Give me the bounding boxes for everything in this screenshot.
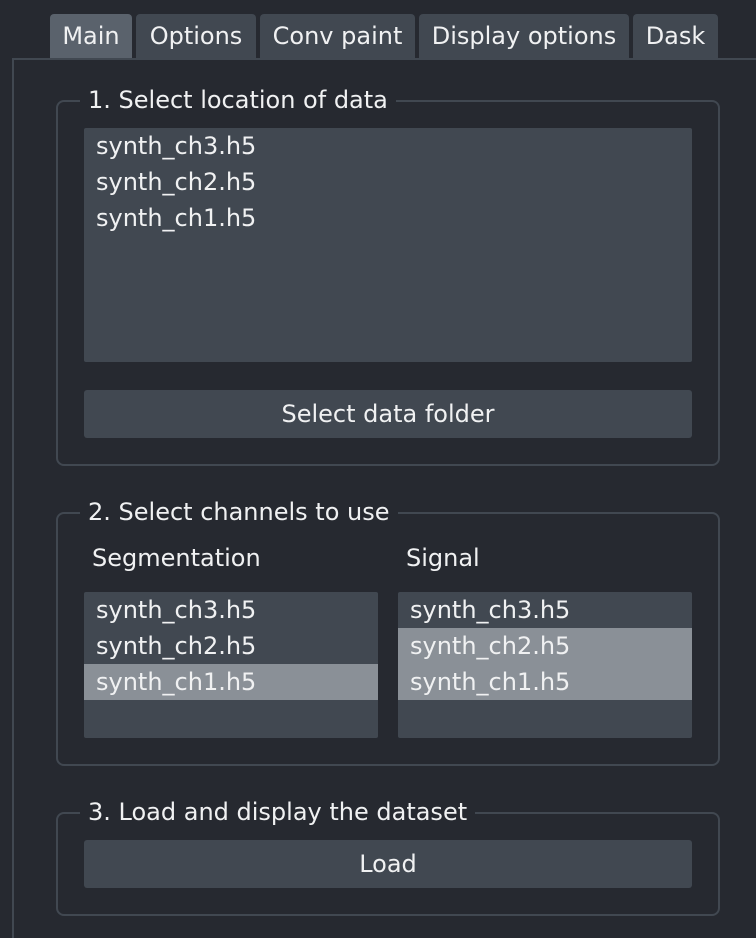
- tab-dask[interactable]: Dask: [633, 14, 718, 58]
- data-location-title: 1. Select location of data: [80, 85, 396, 115]
- select-data-folder-button[interactable]: Select data folder: [84, 390, 692, 438]
- signal-item-ch3[interactable]: synth_ch3.h5: [398, 592, 692, 628]
- signal-item-ch2[interactable]: synth_ch2.h5: [398, 628, 692, 664]
- load-group: 3. Load and display the dataset Load: [56, 797, 720, 916]
- signal-label: Signal: [406, 544, 480, 572]
- file-list[interactable]: synth_ch3.h5 synth_ch2.h5 synth_ch1.h5: [84, 128, 692, 362]
- signal-item-ch1[interactable]: synth_ch1.h5: [398, 664, 692, 700]
- segmentation-channel-list[interactable]: synth_ch3.h5 synth_ch2.h5 synth_ch1.h5: [84, 592, 378, 738]
- segmentation-label: Segmentation: [92, 544, 261, 572]
- segmentation-item-ch3[interactable]: synth_ch3.h5: [84, 592, 378, 628]
- load-button[interactable]: Load: [84, 840, 692, 888]
- data-location-group: 1. Select location of data synth_ch3.h5 …: [56, 85, 720, 466]
- tab-display-options[interactable]: Display options: [419, 14, 629, 58]
- channels-group: 2. Select channels to use Segmentation S…: [56, 497, 720, 766]
- file-list-item[interactable]: synth_ch1.h5: [84, 200, 692, 236]
- file-list-item[interactable]: synth_ch3.h5: [84, 128, 692, 164]
- file-list-item[interactable]: synth_ch2.h5: [84, 164, 692, 200]
- signal-channel-list[interactable]: synth_ch3.h5 synth_ch2.h5 synth_ch1.h5: [398, 592, 692, 738]
- channels-title: 2. Select channels to use: [80, 497, 398, 527]
- segmentation-item-ch1[interactable]: synth_ch1.h5: [84, 664, 378, 700]
- tab-bar: Main Options Conv paint Display options …: [50, 14, 718, 58]
- tab-main[interactable]: Main: [50, 14, 132, 58]
- tab-conv-paint[interactable]: Conv paint: [260, 14, 415, 58]
- load-title: 3. Load and display the dataset: [80, 797, 476, 827]
- segmentation-item-ch2[interactable]: synth_ch2.h5: [84, 628, 378, 664]
- tab-options[interactable]: Options: [136, 14, 256, 58]
